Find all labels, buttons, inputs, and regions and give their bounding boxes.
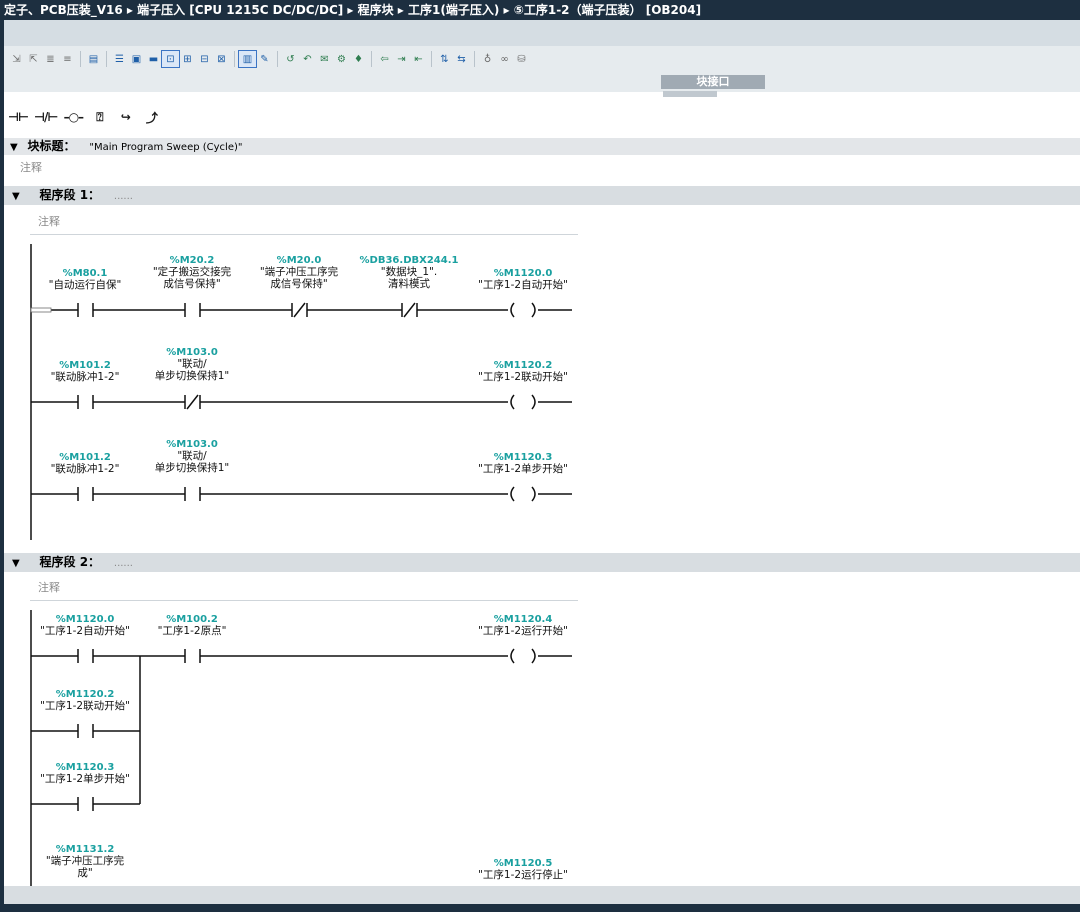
no-contact[interactable] — [77, 797, 94, 811]
contact-symbol: 单步切换保持1" — [155, 369, 230, 382]
contact-symbol: "定子搬运交接完 — [153, 265, 232, 278]
coil-address: %M1120.3 — [494, 452, 553, 463]
ladder-diagram: %M80.1"自动运行自保"%M20.2"定子搬运交接完成信号保持"%M20.0… — [30, 244, 572, 888]
nc-contact[interactable] — [184, 394, 201, 410]
bottom-status-strip — [0, 904, 1080, 912]
contact-symbol: "工序1-2原点" — [158, 624, 227, 637]
output-coil[interactable] — [510, 302, 536, 318]
contact-address: %M1120.2 — [56, 689, 115, 700]
contact-address: %M103.0 — [166, 347, 218, 358]
contact-symbol: "联动脉冲1-2" — [51, 370, 120, 383]
coil-symbol: "工序1-2运行停止" — [478, 868, 568, 881]
coil-symbol: "工序1-2运行开始" — [478, 624, 568, 637]
contact-address: %M100.2 — [166, 614, 218, 625]
contact-symbol: "端子冲压工序完 — [46, 854, 125, 867]
contact-symbol: "工序1-2单步开始" — [40, 772, 130, 785]
contact-symbol: "联动脉冲1-2" — [51, 462, 120, 475]
contact-address: %M1131.2 — [56, 844, 115, 855]
contact-address: %M101.2 — [59, 452, 111, 463]
no-contact[interactable] — [77, 303, 94, 317]
contact-address: %M20.2 — [170, 255, 215, 266]
contact-symbol: "自动运行自保" — [49, 278, 122, 291]
contact-symbol: 成信号保持" — [270, 277, 327, 290]
output-coil[interactable] — [510, 486, 536, 502]
coil-symbol: "工序1-2单步开始" — [478, 462, 568, 475]
coil-address: %M1120.2 — [494, 360, 553, 371]
no-contact[interactable] — [77, 487, 94, 501]
contact-symbol: "工序1-2自动开始" — [40, 624, 130, 637]
contact-symbol: 成" — [77, 867, 92, 879]
output-coil[interactable] — [510, 648, 536, 664]
no-contact[interactable] — [77, 724, 94, 738]
no-contact[interactable] — [184, 487, 201, 501]
contact-address: %DB36.DBX244.1 — [360, 255, 459, 266]
contact-address: %M1120.0 — [56, 614, 115, 625]
contact-symbol: "端子冲压工序完 — [260, 265, 339, 278]
coil-address: %M1120.5 — [494, 858, 553, 869]
contact-symbol: "数据块_1". — [381, 265, 437, 278]
contact-address: %M20.0 — [277, 255, 322, 266]
coil-address: %M1120.0 — [494, 268, 553, 279]
rung-selection-marker[interactable] — [30, 307, 52, 313]
output-coil[interactable] — [510, 394, 536, 410]
no-contact[interactable] — [184, 649, 201, 663]
contact-symbol: "联动/ — [177, 450, 207, 462]
contact-symbol: "工序1-2联动开始" — [40, 699, 130, 712]
contact-address: %M1120.3 — [56, 762, 115, 773]
no-contact[interactable] — [77, 649, 94, 663]
contact-address: %M103.0 — [166, 439, 218, 450]
no-contact[interactable] — [184, 303, 201, 317]
contact-address: %M80.1 — [63, 268, 108, 279]
contact-symbol: 清料模式 — [388, 277, 430, 290]
contact-address: %M101.2 — [59, 360, 111, 371]
contact-symbol: "联动/ — [177, 358, 207, 370]
contact-symbol: 单步切换保持1" — [155, 461, 230, 474]
coil-symbol: "工序1-2联动开始" — [478, 370, 568, 383]
coil-symbol: "工序1-2自动开始" — [478, 278, 568, 291]
nc-contact[interactable] — [401, 302, 418, 318]
network-3-header-partial[interactable] — [4, 886, 1080, 904]
coil-address: %M1120.4 — [494, 614, 553, 625]
nc-contact[interactable] — [291, 302, 308, 318]
contact-symbol: 成信号保持" — [163, 277, 220, 290]
no-contact[interactable] — [77, 395, 94, 409]
